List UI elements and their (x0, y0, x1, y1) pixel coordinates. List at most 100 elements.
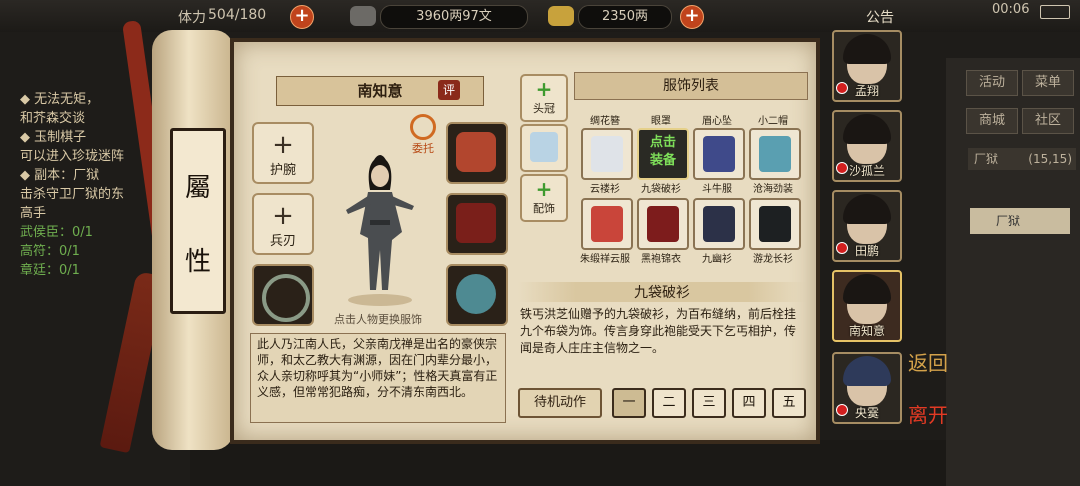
portrait-hair (843, 194, 891, 224)
headwear-slot[interactable]: + 头冠 (520, 74, 568, 122)
robe-icon (703, 136, 735, 172)
add-stamina-button[interactable]: + (290, 5, 314, 29)
equip-prompt: 点击 装备 (639, 134, 687, 170)
roster-card[interactable]: 田鹏 (832, 190, 902, 262)
idle-motion-label: 待机动作 (518, 388, 602, 418)
location-coords: (15,15) (1028, 152, 1072, 166)
accessory-slot[interactable]: + 配饰 (520, 174, 568, 222)
attribute-tab-char1: 屬 (184, 173, 211, 203)
costume-item[interactable] (749, 198, 801, 250)
amulet-icon (456, 274, 496, 314)
roster-name: 沙孤兰 (848, 164, 885, 178)
robe-icon (759, 136, 791, 172)
roster-name: 南知意 (848, 324, 885, 338)
battery-icon (1040, 5, 1070, 19)
roster-card[interactable]: 央霙 (832, 352, 902, 424)
plus-icon: + (535, 77, 553, 101)
costume-item[interactable] (581, 198, 633, 250)
plus-icon: + (272, 201, 294, 231)
top-bar: 体力 504/180 + 3960两97文 2350两 + 公告 00:06 (0, 0, 1080, 32)
menu-button[interactable]: 菜单 (1022, 70, 1074, 96)
costume-item[interactable] (693, 198, 745, 250)
selected-costume-title: 九袋破衫 (518, 282, 806, 302)
clock: 00:06 (992, 2, 1030, 17)
idle-option-4[interactable]: 四 (732, 388, 766, 418)
accessory-slot-label: 配饰 (533, 202, 555, 215)
roster-card[interactable]: 沙孤兰 (832, 110, 902, 182)
costume-name: 黑袍锦衣 (641, 254, 681, 265)
selected-costume-description: 铁丐洪芝仙赠予的九袋破衫，为百布缝纳，前后栓挂九个布袋为饰。传言身穿此袍能受天下… (520, 307, 797, 355)
costume-name: 沧海劲装 (753, 184, 793, 195)
equip-prompt-line2: 装备 (649, 153, 676, 168)
idle-option-3[interactable]: 三 (692, 388, 726, 418)
costume-item[interactable] (637, 198, 689, 250)
plus-icon: + (535, 177, 553, 201)
costume-name: 九幽衫 (702, 254, 732, 265)
character-description: 此人乃江南人氏，父亲南戊禅是出名的豪侠宗师，和太乙教大有渊源，因在门内辈分最小，… (250, 333, 506, 423)
amulet-slot[interactable] (446, 264, 508, 326)
attribute-tab[interactable]: 屬 性 (170, 128, 226, 314)
change-costume-hint: 点击人物更换服饰 (334, 313, 422, 326)
robe-icon (703, 206, 735, 242)
chestplate-icon (456, 203, 496, 243)
armor-slot[interactable] (446, 122, 508, 184)
costume-slot[interactable] (520, 124, 568, 172)
quest-entry[interactable]: 厂狱 (970, 208, 1070, 234)
ring-slot[interactable] (252, 264, 314, 326)
wrist-slot-label: 护腕 (269, 163, 296, 178)
costume-name: 云褛衫 (590, 184, 620, 195)
silver-currency: 2350两 (578, 5, 672, 29)
portrait-hair (843, 34, 891, 64)
costume-item[interactable] (581, 128, 633, 180)
costume-list-header: 服饰列表 (574, 72, 808, 100)
right-side-menu: 活动 菜单 商城 社区 厂狱 (15,15) 厂狱 (946, 58, 1080, 486)
armor-icon (456, 132, 496, 172)
weapon-slot-label: 兵刃 (269, 234, 296, 249)
costume-name: 小二帽 (758, 116, 788, 127)
portrait-hair (843, 356, 891, 386)
costume-name: 绸花簪 (590, 116, 620, 127)
bottom-toolbar (190, 440, 950, 486)
add-silver-button[interactable]: + (680, 5, 704, 29)
back-button[interactable]: 返回 (908, 352, 948, 398)
costume-list-title: 服饰列表 (663, 78, 719, 94)
costume-name: 九袋破衫 (641, 184, 681, 195)
location-name: 厂狱 (974, 152, 999, 166)
headwear-slot-label: 头冠 (533, 102, 555, 115)
roster-name: 央霙 (854, 406, 879, 420)
costume-item-selected[interactable]: 点击 装备 (637, 128, 689, 180)
robe-icon (647, 206, 679, 242)
shop-button[interactable]: 商城 (966, 108, 1018, 134)
stamina-label: 体力 (178, 10, 206, 26)
delegate-button[interactable]: 委托 (408, 114, 438, 155)
roster-name: 田鹏 (854, 244, 879, 258)
stamina-value: 504/180 (208, 7, 267, 23)
idle-option-1[interactable]: 一 (612, 388, 646, 418)
activity-button[interactable]: 活动 (966, 70, 1018, 96)
rate-button[interactable]: 评 (438, 80, 460, 100)
gold-ingot-icon (548, 6, 574, 26)
character-sprite (346, 155, 414, 306)
costume-name: 眉心坠 (702, 116, 732, 127)
chest-slot[interactable] (446, 193, 508, 255)
roster-name: 孟翔 (854, 84, 879, 98)
announcement-button[interactable]: 公告 (866, 7, 894, 27)
costume-item[interactable] (749, 128, 801, 180)
location-bar: 厂狱 (15,15) (968, 148, 1076, 170)
idle-option-5[interactable]: 五 (772, 388, 806, 418)
character-avatar[interactable] (340, 150, 420, 308)
weapon-slot[interactable]: + 兵刃 (252, 193, 314, 255)
roster-card[interactable]: 孟翔 (832, 30, 902, 102)
portrait-hair (843, 274, 891, 304)
wrist-slot[interactable]: + 护腕 (252, 122, 314, 184)
roster-card-selected[interactable]: 南知意 (832, 270, 902, 342)
costume-name: 游龙长衫 (753, 254, 793, 265)
leave-button[interactable]: 离开 (908, 404, 948, 450)
copper-currency: 3960两97文 (380, 5, 528, 29)
robe-icon (591, 136, 623, 172)
refresh-icon (410, 114, 436, 140)
idle-option-2[interactable]: 二 (652, 388, 686, 418)
attribute-tab-char2: 性 (184, 247, 211, 277)
costume-item[interactable] (693, 128, 745, 180)
community-button[interactable]: 社区 (1022, 108, 1074, 134)
